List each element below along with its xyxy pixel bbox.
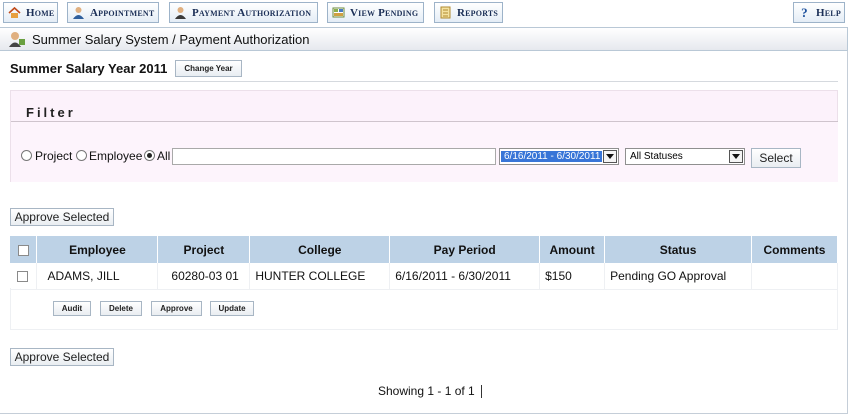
nav-help-label: Help (816, 6, 841, 19)
page-title: Summer Salary Year 2011 (10, 61, 168, 76)
help-icon: ? (801, 4, 808, 20)
nav-appointment-label: Appointment (90, 6, 155, 19)
main-content: Summer Salary Year 2011 Change Year Filt… (0, 51, 848, 414)
page-title-bar: Summer Salary System / Payment Authoriza… (0, 27, 848, 51)
header-comments: Comments (751, 236, 839, 263)
status-value: All Statuses (630, 151, 683, 162)
cell-project: 60280-03 01 (157, 263, 251, 290)
header-college: College (249, 236, 391, 263)
user-icon (8, 31, 26, 47)
radio-employee-label: Employee (89, 149, 143, 163)
year-row: Summer Salary Year 2011 Change Year (10, 60, 242, 77)
pay-period-value: 6/16/2011 - 6/30/2011 (501, 151, 602, 162)
radio-project[interactable] (21, 150, 32, 161)
select-all-checkbox[interactable] (17, 244, 29, 256)
cell-pay-period: 6/16/2011 - 6/30/2011 (389, 263, 541, 290)
table-header-row: Employee Project College Pay Period Amou… (10, 236, 839, 263)
payment-table: Employee Project College Pay Period Amou… (10, 236, 839, 290)
radio-all-label: All (157, 149, 171, 163)
radio-all[interactable] (144, 150, 155, 161)
header-project: Project (157, 236, 251, 263)
select-all-header (10, 236, 38, 263)
status-select[interactable]: All Statuses (625, 148, 745, 165)
filter-panel: Filter Project Employee All 6/16/2011 - … (10, 90, 838, 182)
update-button[interactable]: Update (210, 301, 254, 316)
header-status: Status (604, 236, 752, 263)
row-checkbox-cell (10, 263, 38, 290)
pagination-status: Showing 1 - 1 of 1 (378, 384, 482, 399)
home-icon (8, 6, 21, 19)
row-actions: Audit Delete Approve Update (10, 288, 838, 330)
nav-payment-authorization-label: Payment Authorization (192, 6, 312, 19)
approve-selected-button-bottom[interactable]: Approve Selected (10, 348, 114, 366)
radio-project-label: Project (35, 149, 73, 163)
filter-controls: Project Employee All 6/16/2011 - 6/30/20… (11, 121, 838, 182)
nav-view-pending-label: View Pending (350, 6, 419, 19)
appointment-icon (72, 6, 85, 19)
reports-icon (439, 6, 452, 19)
nav-home-label: Home (26, 6, 55, 19)
header-amount: Amount (539, 236, 606, 263)
divider (10, 81, 838, 82)
approve-button[interactable]: Approve (151, 301, 202, 316)
nav-reports-label: Reports (457, 6, 499, 19)
audit-button[interactable]: Audit (53, 301, 91, 316)
nav-view-pending-button[interactable]: View Pending (327, 2, 424, 23)
cell-employee: ADAMS, JILL (36, 263, 159, 290)
chevron-down-icon (729, 150, 743, 163)
nav-home-button[interactable]: Home (3, 2, 58, 23)
table-row: ADAMS, JILL 60280-03 01 HUNTER COLLEGE 6… (10, 263, 839, 290)
top-navigation: Home Appointment Payment Authorization V… (0, 0, 850, 27)
delete-button[interactable]: Delete (100, 301, 142, 316)
search-input[interactable] (172, 148, 496, 165)
filter-legend: Filter (26, 105, 76, 120)
nav-reports-button[interactable]: Reports (434, 2, 503, 23)
header-employee: Employee (36, 236, 159, 263)
cell-college: HUNTER COLLEGE (249, 263, 391, 290)
approve-selected-button-top[interactable]: Approve Selected (10, 208, 114, 226)
chevron-down-icon (603, 150, 617, 163)
pagination-text: Showing 1 - 1 of 1 (378, 384, 475, 398)
pay-period-select[interactable]: 6/16/2011 - 6/30/2011 (499, 148, 619, 165)
nav-help-button[interactable]: ? Help (793, 2, 845, 23)
payment-icon (174, 6, 187, 19)
nav-appointment-button[interactable]: Appointment (67, 2, 159, 23)
cell-comments (751, 263, 839, 290)
view-pending-icon (332, 6, 345, 19)
text-cursor (480, 385, 482, 399)
radio-employee[interactable] (76, 150, 87, 161)
cell-status: Pending GO Approval (604, 263, 752, 290)
nav-payment-authorization-button[interactable]: Payment Authorization (169, 2, 318, 23)
cell-amount: $150 (539, 263, 606, 290)
select-button[interactable]: Select (751, 148, 801, 168)
row-checkbox[interactable] (17, 271, 28, 283)
header-pay-period: Pay Period (389, 236, 541, 263)
breadcrumb: Summer Salary System / Payment Authoriza… (32, 31, 310, 47)
change-year-button[interactable]: Change Year (175, 60, 242, 77)
